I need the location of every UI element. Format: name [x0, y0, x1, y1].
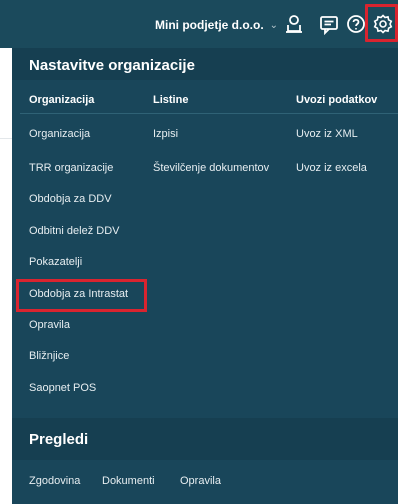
help-icon[interactable] [345, 13, 367, 35]
menu-item-bliznjice[interactable]: Bližnjice [29, 350, 69, 362]
gear-highlight-box [365, 4, 398, 42]
message-icon[interactable] [318, 13, 340, 35]
organization-selector[interactable]: Mini podjetje d.o.o. ⌄ [155, 16, 278, 34]
menu-item-zgodovina[interactable]: Zgodovina [29, 475, 80, 487]
menu-item-obdobja-za-ddv[interactable]: Obdobja za DDV [29, 193, 112, 205]
menu-item-stevilcenje-dokumentov[interactable]: Številčenje dokumentov [153, 162, 269, 174]
panel-title: Nastavitve organizacije [12, 48, 398, 80]
menu-item-uvoz-iz-excela[interactable]: Uvoz iz excela [296, 162, 367, 174]
divider [0, 138, 12, 139]
menu-item-odbitni-delez-ddv[interactable]: Odbitni delež DDV [29, 225, 120, 237]
intrastat-highlight-box [16, 279, 147, 312]
menu-item-dokumenti[interactable]: Dokumenti [102, 475, 155, 487]
menu-item-trr-organizacije[interactable]: TRR organizacije [29, 162, 113, 174]
settings-dropdown-panel: Nastavitve organizacije Organizacija Lis… [12, 48, 398, 504]
menu-item-uvoz-iz-xml[interactable]: Uvoz iz XML [296, 128, 358, 140]
menu-item-opravila[interactable]: Opravila [29, 319, 70, 331]
menu-item-saopnet-pos[interactable]: Saopnet POS [29, 382, 96, 394]
organization-name: Mini podjetje d.o.o. [155, 18, 264, 32]
menu-item-opravila-pregledi[interactable]: Opravila [180, 475, 221, 487]
divider [20, 113, 398, 114]
menu-item-organizacija[interactable]: Organizacija [29, 128, 90, 140]
column-header-uvozi: Uvozi podatkov [296, 94, 378, 106]
page-background [0, 48, 12, 504]
section-title-pregledi: Pregledi [12, 418, 398, 460]
column-header-listine: Listine [153, 94, 189, 106]
user-icon[interactable] [283, 13, 305, 35]
top-bar: Mini podjetje d.o.o. ⌄ [0, 0, 398, 48]
menu-item-pokazatelji[interactable]: Pokazatelji [29, 256, 82, 268]
column-header-organizacija: Organizacija [29, 94, 95, 106]
menu-item-izpisi[interactable]: Izpisi [153, 128, 178, 140]
chevron-down-icon: ⌄ [269, 19, 279, 31]
